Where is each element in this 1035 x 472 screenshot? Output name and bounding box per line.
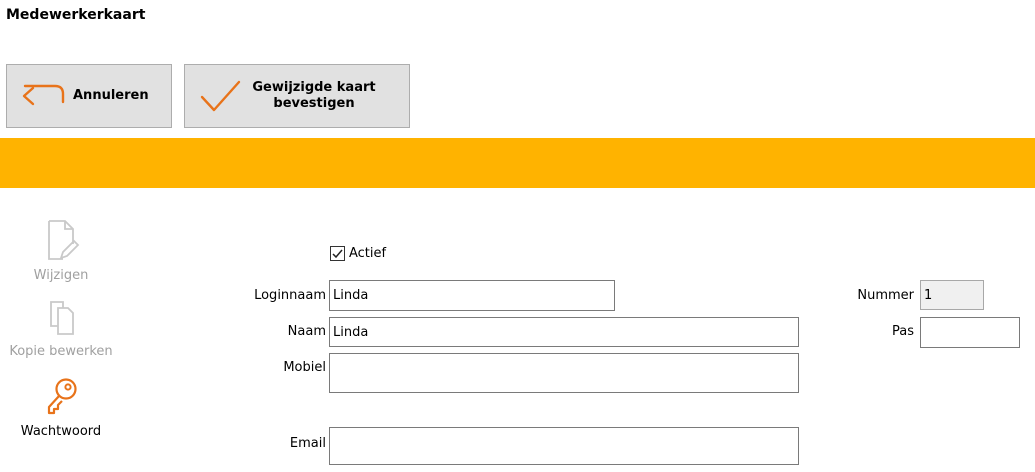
- email-label: Email: [289, 436, 326, 451]
- sidebar-item-wijzigen[interactable]: Wijzigen: [0, 218, 122, 283]
- loginnaam-field[interactable]: [329, 280, 615, 311]
- nummer-label: Nummer: [857, 288, 914, 303]
- actief-label: Actief: [349, 246, 387, 261]
- cancel-button-label: Annuleren: [73, 88, 149, 103]
- confirm-button-label: Gewijzigde kaart bevestigen: [252, 80, 376, 111]
- copy-icon: [50, 301, 74, 335]
- pas-field[interactable]: [920, 317, 1020, 348]
- loginnaam-label: Loginnaam: [254, 288, 326, 303]
- nummer-field: [920, 280, 984, 310]
- sidebar-item-label: Wachtwoord: [20, 424, 102, 439]
- naam-field[interactable]: [329, 317, 799, 347]
- pas-label: Pas: [892, 324, 914, 339]
- confirm-changes-button[interactable]: Gewijzigde kaart bevestigen: [184, 64, 410, 128]
- mobiel-label: Mobiel: [283, 360, 326, 375]
- undo-arrow-icon: [22, 84, 65, 106]
- sidebar-item-wachtwoord[interactable]: Wachtwoord: [0, 376, 122, 439]
- checkmark-icon: [332, 249, 343, 258]
- sidebar-item-label: Wijzigen: [33, 268, 89, 283]
- status-banner: [0, 138, 1035, 188]
- window-title: Medewerkerkaart: [6, 7, 146, 23]
- naam-label: Naam: [287, 324, 326, 339]
- key-icon: [47, 378, 77, 415]
- checkbox-box[interactable]: [330, 246, 345, 261]
- sidebar-item-kopie-bewerken[interactable]: Kopie bewerken: [0, 298, 122, 359]
- actief-checkbox[interactable]: Actief: [330, 246, 386, 261]
- email-field[interactable]: [329, 427, 799, 465]
- edit-document-icon: [48, 220, 80, 260]
- checkmark-icon: [200, 80, 241, 112]
- sidebar-item-label: Kopie bewerken: [9, 344, 113, 359]
- cancel-button[interactable]: Annuleren: [6, 64, 172, 128]
- mobiel-field[interactable]: [329, 353, 799, 393]
